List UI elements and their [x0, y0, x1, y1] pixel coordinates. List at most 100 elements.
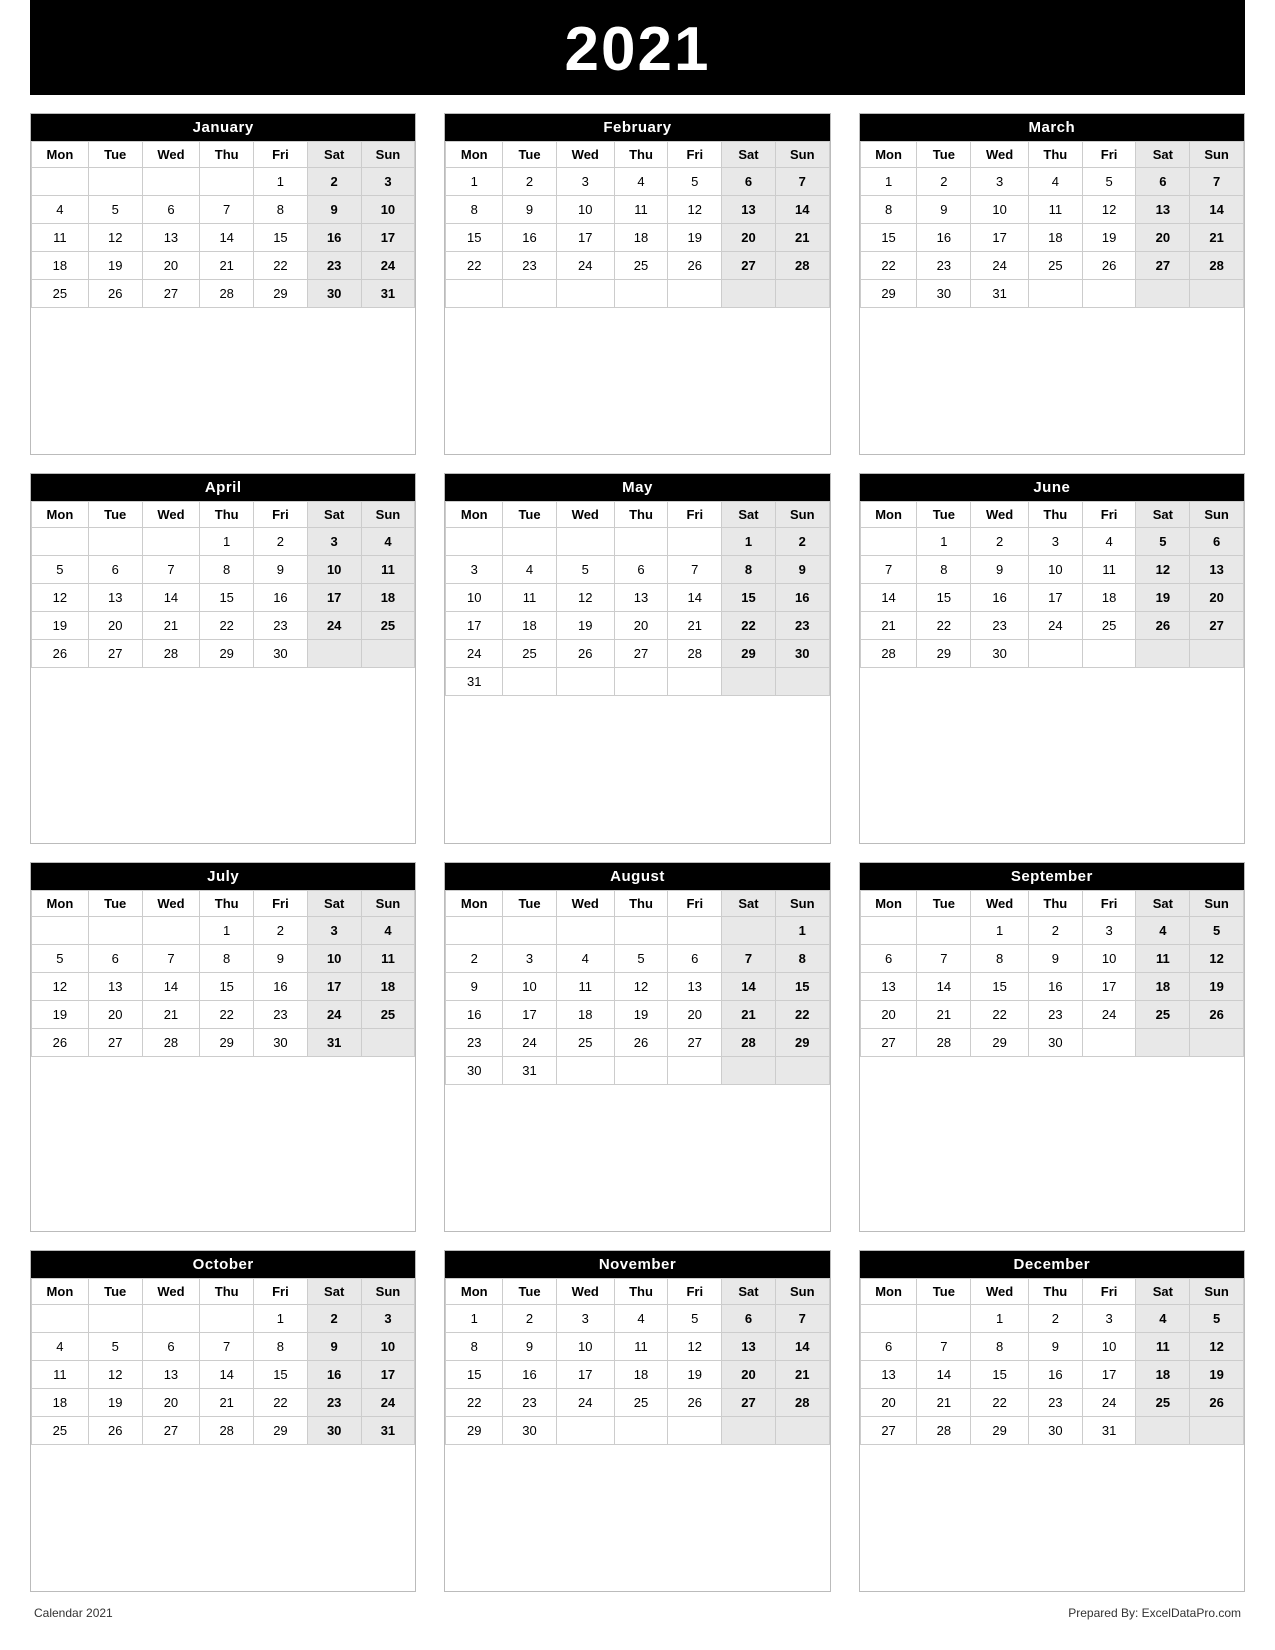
day-cell: 11 — [614, 1332, 668, 1360]
week-row: 891011121314 — [446, 196, 829, 224]
day-cell: 11 — [32, 1360, 89, 1388]
week-row: 2627282930 — [32, 640, 415, 668]
week-row: 21222324252627 — [860, 612, 1243, 640]
day-cell — [775, 1056, 829, 1084]
day-cell: 12 — [668, 196, 722, 224]
day-cell: 17 — [1082, 972, 1136, 1000]
week-row: 1234567 — [860, 168, 1243, 196]
day-cell: 20 — [1136, 224, 1190, 252]
day-cell: 22 — [722, 612, 776, 640]
col-header-wed: Wed — [971, 1278, 1029, 1304]
day-cell: 14 — [917, 972, 971, 1000]
day-cell: 18 — [614, 1360, 668, 1388]
cal-table-february: MonTueWedThuFriSatSun1234567891011121314… — [445, 141, 829, 308]
col-header-thu: Thu — [200, 142, 254, 168]
day-cell: 25 — [1136, 1000, 1190, 1028]
col-header-sat: Sat — [1136, 502, 1190, 528]
day-cell: 17 — [307, 584, 361, 612]
day-cell: 25 — [32, 280, 89, 308]
month-december: DecemberMonTueWedThuFriSatSun12345678910… — [859, 1250, 1245, 1592]
day-cell: 7 — [200, 196, 254, 224]
week-row: 123 — [32, 1304, 415, 1332]
day-cell: 1 — [446, 1304, 503, 1332]
cal-table-may: MonTueWedThuFriSatSun1234567891011121314… — [445, 501, 829, 696]
day-cell: 23 — [503, 1388, 557, 1416]
cal-table-june: MonTueWedThuFriSatSun1234567891011121314… — [860, 501, 1244, 668]
month-september: SeptemberMonTueWedThuFriSatSun1234567891… — [859, 862, 1245, 1232]
day-cell — [556, 280, 614, 308]
col-header-tue: Tue — [503, 142, 557, 168]
week-row: 12 — [446, 528, 829, 556]
day-cell: 27 — [860, 1416, 917, 1444]
week-row: 25262728293031 — [32, 1416, 415, 1444]
week-row: 18192021222324 — [32, 1388, 415, 1416]
week-row: 25262728293031 — [32, 280, 415, 308]
week-row: 15161718192021 — [446, 224, 829, 252]
day-cell — [142, 168, 200, 196]
day-cell: 4 — [32, 196, 89, 224]
day-cell: 22 — [446, 1388, 503, 1416]
day-cell: 29 — [775, 1028, 829, 1056]
day-cell: 4 — [1136, 1304, 1190, 1332]
day-cell: 26 — [668, 1388, 722, 1416]
day-cell: 19 — [668, 224, 722, 252]
cal-table-july: MonTueWedThuFriSatSun1234567891011121314… — [31, 890, 415, 1057]
week-row: 1234567 — [446, 168, 829, 196]
day-cell: 26 — [88, 280, 142, 308]
col-header-tue: Tue — [88, 142, 142, 168]
day-cell — [1136, 1416, 1190, 1444]
day-cell — [142, 916, 200, 944]
day-cell: 9 — [971, 556, 1029, 584]
col-header-mon: Mon — [860, 142, 917, 168]
col-header-mon: Mon — [32, 502, 89, 528]
day-cell: 3 — [1082, 916, 1136, 944]
day-cell: 3 — [361, 1304, 415, 1332]
day-cell — [88, 916, 142, 944]
col-header-mon: Mon — [860, 502, 917, 528]
week-row: 45678910 — [32, 196, 415, 224]
day-cell: 2 — [1028, 1304, 1082, 1332]
day-cell: 17 — [503, 1000, 557, 1028]
week-row: 17181920212223 — [446, 612, 829, 640]
day-cell: 11 — [361, 556, 415, 584]
col-header-thu: Thu — [614, 1278, 668, 1304]
day-cell: 28 — [917, 1028, 971, 1056]
day-cell — [1190, 1416, 1244, 1444]
col-header-fri: Fri — [254, 142, 308, 168]
day-cell: 3 — [503, 944, 557, 972]
day-cell: 7 — [917, 944, 971, 972]
footer-right: Prepared By: ExcelDataPro.com — [1068, 1606, 1241, 1620]
day-cell: 17 — [556, 224, 614, 252]
day-cell: 3 — [361, 168, 415, 196]
day-cell: 20 — [88, 612, 142, 640]
day-cell — [200, 1304, 254, 1332]
day-cell: 13 — [614, 584, 668, 612]
week-row: 14151617181920 — [860, 584, 1243, 612]
day-cell — [1082, 1028, 1136, 1056]
day-cell: 7 — [917, 1332, 971, 1360]
col-header-wed: Wed — [142, 142, 200, 168]
day-cell: 12 — [32, 972, 89, 1000]
week-row: 12345 — [860, 1304, 1243, 1332]
day-cell — [32, 168, 89, 196]
cal-table-december: MonTueWedThuFriSatSun1234567891011121314… — [860, 1278, 1244, 1445]
week-row: 16171819202122 — [446, 1000, 829, 1028]
day-cell: 30 — [1028, 1028, 1082, 1056]
day-cell: 8 — [200, 944, 254, 972]
day-cell: 3 — [307, 528, 361, 556]
day-cell: 25 — [361, 612, 415, 640]
col-header-fri: Fri — [1082, 890, 1136, 916]
day-cell: 12 — [32, 584, 89, 612]
day-cell: 31 — [971, 280, 1029, 308]
week-row: 6789101112 — [860, 1332, 1243, 1360]
col-header-fri: Fri — [1082, 502, 1136, 528]
day-cell: 25 — [556, 1028, 614, 1056]
day-cell: 9 — [446, 972, 503, 1000]
week-row: 12131415161718 — [32, 584, 415, 612]
day-cell: 30 — [307, 1416, 361, 1444]
day-cell: 1 — [860, 168, 917, 196]
day-cell: 28 — [142, 1028, 200, 1056]
day-cell — [668, 528, 722, 556]
day-cell: 14 — [142, 584, 200, 612]
day-cell: 1 — [775, 916, 829, 944]
